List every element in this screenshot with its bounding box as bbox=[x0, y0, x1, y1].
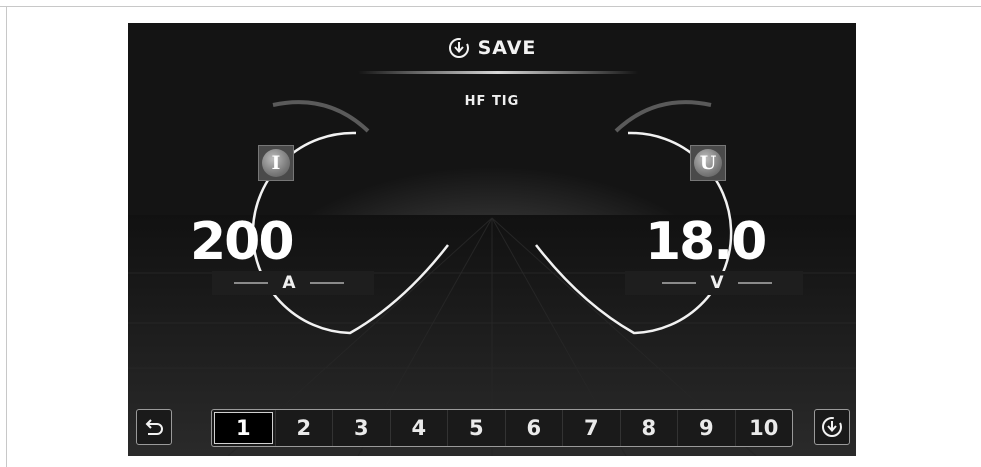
channel-2[interactable]: 2 bbox=[274, 410, 333, 446]
current-unit-label: A bbox=[282, 273, 296, 293]
voltage-value[interactable]: 18.0 bbox=[645, 216, 767, 268]
unit-dash-right bbox=[737, 282, 772, 284]
channel-6[interactable]: 6 bbox=[504, 410, 563, 446]
voltage-unit-label: V bbox=[710, 273, 724, 293]
page-border-left bbox=[6, 6, 7, 467]
channel-1[interactable]: 1 bbox=[214, 412, 273, 444]
channel-8[interactable]: 8 bbox=[619, 410, 678, 446]
current-param-icon[interactable]: I bbox=[258, 145, 294, 181]
unit-dash-left bbox=[662, 282, 697, 284]
channel-5[interactable]: 5 bbox=[447, 410, 505, 446]
channel-selector: 1 2 3 4 5 6 7 8 9 10 bbox=[211, 409, 793, 447]
unit-dash-right bbox=[309, 282, 344, 284]
welding-mode-label: HF TIG bbox=[464, 94, 520, 109]
voltage-letter: U bbox=[694, 149, 722, 177]
channel-7[interactable]: 7 bbox=[562, 410, 620, 446]
save-button[interactable] bbox=[814, 409, 850, 445]
unit-dash-left bbox=[234, 282, 269, 284]
back-button[interactable] bbox=[136, 409, 172, 445]
channel-9[interactable]: 9 bbox=[677, 410, 735, 446]
current-value[interactable]: 200 bbox=[190, 216, 295, 268]
channel-4[interactable]: 4 bbox=[389, 410, 448, 446]
save-header[interactable]: SAVE bbox=[128, 35, 856, 61]
save-download-icon bbox=[822, 417, 842, 437]
channel-10[interactable]: 10 bbox=[734, 410, 793, 446]
voltage-unit: V bbox=[642, 273, 792, 293]
save-download-icon bbox=[448, 38, 469, 58]
save-header-label: SAVE bbox=[477, 37, 537, 59]
current-unit: A bbox=[214, 273, 364, 293]
channel-3[interactable]: 3 bbox=[332, 410, 390, 446]
voltage-param-icon[interactable]: U bbox=[690, 145, 726, 181]
machine-display-screen: SAVE HF TIG I 200 A U 18.0 V 1 2 3 4 5 6… bbox=[128, 23, 856, 456]
back-arrow-icon bbox=[145, 419, 163, 435]
page-border-top bbox=[0, 6, 981, 7]
current-letter: I bbox=[262, 149, 290, 177]
